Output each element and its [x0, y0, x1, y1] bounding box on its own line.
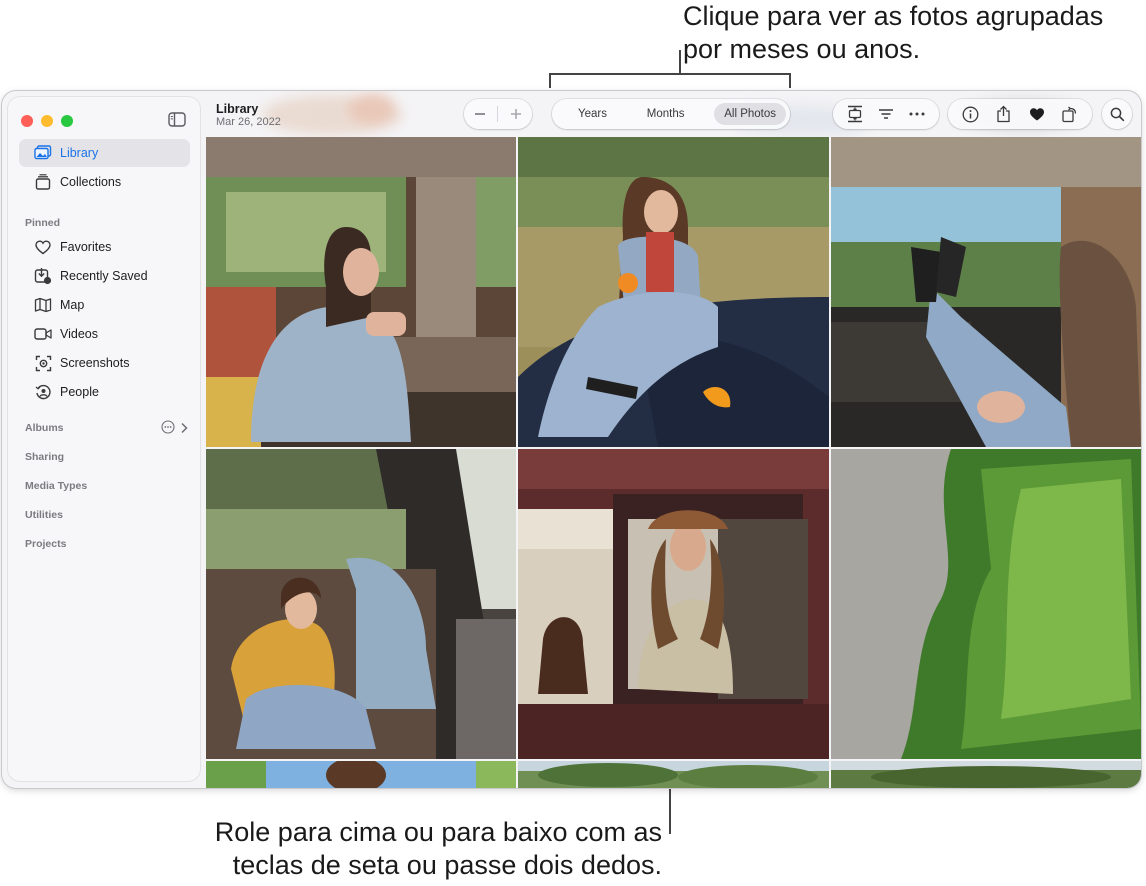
filter-icon[interactable]	[876, 104, 896, 124]
photo-thumbnail[interactable]	[518, 137, 829, 447]
sidebar-item-label: Map	[60, 298, 85, 312]
photo-thumbnail[interactable]	[831, 449, 1141, 759]
albums-tools	[161, 420, 188, 439]
photo-actions-group	[948, 99, 1092, 129]
segment-months[interactable]: Months	[637, 103, 695, 125]
photo-thumbnail[interactable]	[518, 449, 829, 759]
photo-thumbnail[interactable]	[206, 761, 516, 788]
sidebar-item-map[interactable]: Map	[19, 291, 190, 319]
share-icon[interactable]	[994, 104, 1014, 124]
segment-all-photos[interactable]: All Photos	[714, 103, 786, 125]
callout-leader-line	[679, 50, 681, 73]
minimize-window-button[interactable]	[41, 115, 53, 127]
sidebar-toggle-icon[interactable]	[168, 112, 186, 127]
sidebar-item-collections[interactable]: Collections	[19, 168, 190, 196]
sidebar-item-people[interactable]: People	[19, 378, 190, 406]
media-types-section-header[interactable]: Media Types	[25, 480, 87, 492]
photos-window: Library Collections Pinned Favorites Rec…	[2, 91, 1141, 788]
info-icon[interactable]	[961, 104, 981, 124]
zoom-control	[464, 99, 532, 129]
page-title: Library	[216, 102, 259, 116]
library-date: Mar 26, 2022	[216, 116, 281, 128]
projects-section-header[interactable]: Projects	[25, 538, 66, 550]
sidebar-item-videos[interactable]: Videos	[19, 320, 190, 348]
sharing-section-header[interactable]: Sharing	[25, 451, 64, 463]
view-tools-group	[833, 99, 939, 129]
zoom-divider	[497, 106, 499, 122]
rotate-icon[interactable]	[1060, 104, 1080, 124]
more-icon[interactable]	[907, 104, 927, 124]
callout-bracket	[549, 73, 791, 88]
zoom-in-button[interactable]	[502, 101, 530, 127]
sidebar: Library Collections Pinned Favorites Rec…	[8, 97, 200, 781]
map-icon	[34, 296, 52, 314]
screenshot-icon	[34, 354, 52, 372]
search-icon	[1107, 104, 1127, 124]
video-icon	[34, 325, 52, 343]
search-button[interactable]	[1102, 99, 1132, 129]
sidebar-item-library[interactable]: Library	[19, 139, 190, 167]
sidebar-item-screenshots[interactable]: Screenshots	[19, 349, 190, 377]
photo-grid[interactable]	[206, 137, 1141, 788]
sidebar-item-label: Screenshots	[60, 356, 130, 370]
photo-thumbnail[interactable]	[518, 761, 829, 788]
photo-thumbnail[interactable]	[206, 449, 516, 759]
sidebar-item-recently-saved[interactable]: Recently Saved	[19, 262, 190, 290]
sidebar-item-label: Library	[60, 146, 99, 160]
close-window-button[interactable]	[21, 115, 33, 127]
people-icon	[34, 383, 52, 401]
library-icon	[34, 144, 52, 162]
photo-thumbnail[interactable]	[206, 137, 516, 447]
callout-group-by-period: Clique para ver as fotos agrupadas por m…	[683, 1, 1104, 64]
photo-thumbnail[interactable]	[831, 761, 1141, 788]
pinned-section-header: Pinned	[25, 217, 61, 229]
sidebar-item-label: Videos	[60, 327, 98, 341]
recently-saved-icon	[34, 267, 52, 285]
collections-icon	[34, 173, 52, 191]
utilities-section-header[interactable]: Utilities	[25, 509, 63, 521]
aspect-ratio-icon[interactable]	[845, 104, 865, 124]
sidebar-item-label: Recently Saved	[60, 269, 148, 283]
chevron-right-icon[interactable]	[180, 421, 188, 439]
favorite-heart-icon[interactable]	[1027, 104, 1047, 124]
sidebar-item-label: Favorites	[60, 240, 112, 254]
view-segmented-control: Years Months All Photos	[552, 99, 790, 129]
sidebar-item-label: Collections	[60, 175, 122, 189]
callout-scroll-hint: Role para cima ou para baixo com as tecl…	[214, 817, 662, 880]
photo-thumbnail[interactable]	[831, 137, 1141, 447]
toolbar: Library Mar 26, 2022 Years Months All Ph…	[202, 91, 1141, 137]
sidebar-item-label: People	[60, 385, 99, 399]
heart-icon	[34, 238, 52, 256]
sidebar-item-favorites[interactable]: Favorites	[19, 233, 190, 261]
segment-years[interactable]: Years	[568, 103, 617, 125]
zoom-window-button[interactable]	[61, 115, 73, 127]
more-options-icon[interactable]	[161, 420, 175, 439]
albums-section-header[interactable]: Albums	[25, 422, 64, 434]
zoom-out-button[interactable]	[466, 101, 494, 127]
